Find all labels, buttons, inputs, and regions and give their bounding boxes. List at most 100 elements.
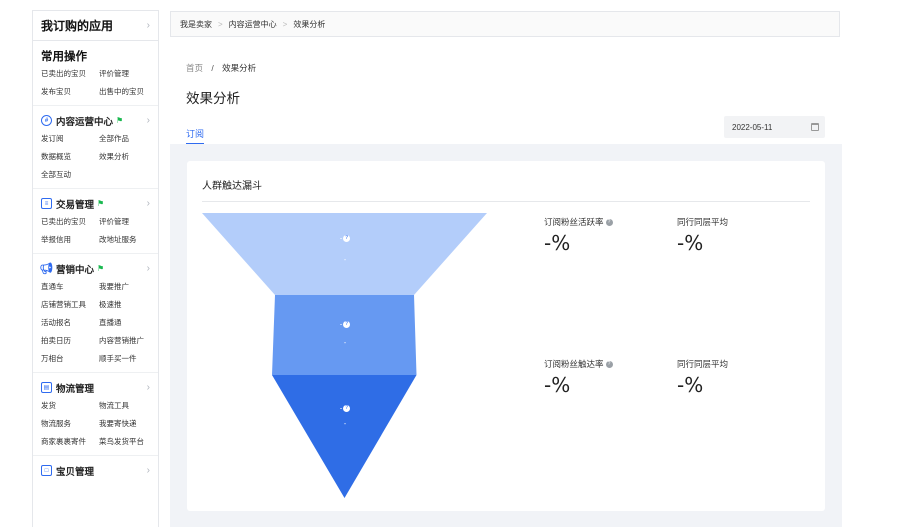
crumb-current: 效果分析 xyxy=(293,19,326,29)
funnel-label-text: - xyxy=(339,321,343,329)
sidebar-link[interactable]: 评价管理 xyxy=(99,214,150,229)
help-icon[interactable]: ? xyxy=(343,405,351,412)
breadcrumb: 首页 / 效果分析 xyxy=(186,62,256,74)
funnel-segment-bottom xyxy=(272,375,417,498)
sidebar-link[interactable]: 菜鸟发货平台 xyxy=(99,434,150,449)
sidebar-link[interactable]: 出售中的宝贝 xyxy=(99,84,150,99)
section-title: 营销中心 xyxy=(56,264,95,276)
date-picker[interactable]: 2022-05-11 xyxy=(724,116,825,138)
flag-icon: ⚑ xyxy=(116,116,124,125)
sidebar-title: 我订购的应用 xyxy=(41,19,114,33)
funnel-label-top: -? xyxy=(330,235,360,242)
sidebar-section-logistics: ▤ 物流管理 › 发货 物流工具 物流服务 我要寄快递 商家裹裹寄件 菜鸟发货平… xyxy=(33,373,158,456)
metric-peer-average: 同行同层平均 -% xyxy=(677,358,728,397)
sidebar-link[interactable]: 店铺营销工具 xyxy=(41,297,99,312)
section-title: 物流管理 xyxy=(56,383,95,395)
sidebar-link[interactable]: 发布宝贝 xyxy=(41,84,99,99)
sidebar-link[interactable]: 已卖出的宝贝 xyxy=(41,214,99,229)
metric-value: -% xyxy=(544,231,571,255)
flag-icon: ⚑ xyxy=(97,264,105,273)
chevron-right-icon[interactable]: › xyxy=(147,382,150,393)
metric-value: -% xyxy=(544,373,571,397)
sidebar-section-goods: □ 宝贝管理 › xyxy=(33,456,158,487)
crumb-separator: > xyxy=(282,19,288,29)
sidebar-section-header[interactable]: □ 宝贝管理 › xyxy=(41,462,150,479)
metric-peer-average: 同行同层平均 -% xyxy=(677,216,728,255)
page-title: 效果分析 xyxy=(186,91,240,106)
chevron-right-icon[interactable]: › xyxy=(147,198,150,209)
funnel-segment-middle xyxy=(272,295,417,375)
sidebar-link[interactable]: 商家裹裹寄件 xyxy=(41,434,99,449)
sidebar-link[interactable]: 发货 xyxy=(41,398,99,413)
sidebar-link[interactable]: 顺手买一件 xyxy=(99,351,150,366)
sidebar-section-header[interactable]: 📢︎ 营销中心 ⚑ › xyxy=(39,260,150,277)
sidebar-link[interactable]: 全部作品 xyxy=(99,131,150,146)
sidebar-link[interactable]: 发订阅 xyxy=(41,131,99,146)
common-actions-section: 常用操作 已卖出的宝贝 评价管理 发布宝贝 出售中的宝贝 xyxy=(33,41,158,106)
breadcrumb-separator: / xyxy=(211,63,214,73)
breadcrumb-home[interactable]: 首页 xyxy=(186,63,203,73)
funnel-value-top: - xyxy=(343,257,347,264)
section-title: 交易管理 xyxy=(56,199,95,211)
help-icon[interactable]: ? xyxy=(605,218,613,226)
sidebar-link[interactable]: 万相台 xyxy=(41,351,99,366)
funnel-value-bottom: - xyxy=(343,421,347,428)
sidebar-link[interactable]: 物流工具 xyxy=(99,398,150,413)
breadcrumb-current: 效果分析 xyxy=(222,63,257,73)
sidebar-link[interactable]: 已卖出的宝贝 xyxy=(41,66,99,81)
date-value: 2022-05-11 xyxy=(732,122,773,132)
sidebar-link[interactable]: 数据概览 xyxy=(41,149,99,164)
megaphone-icon: 📢︎ xyxy=(39,263,54,275)
metric-value: -% xyxy=(677,231,704,255)
sidebar-section-header[interactable]: # 内容运营中心 ⚑ › xyxy=(41,112,150,129)
funnel-chart: -? - -? - -? - xyxy=(202,213,492,505)
crumb-content-ops[interactable]: 内容运营中心 xyxy=(229,19,277,30)
logistics-icon: ▤ xyxy=(41,382,52,393)
metric-value: -% xyxy=(677,373,704,397)
tab-subscription[interactable]: 订阅 xyxy=(186,127,205,145)
top-breadcrumb: 我是卖家 > 内容运营中心 > 效果分析 xyxy=(170,11,840,37)
card-title: 人群触达漏斗 xyxy=(202,181,262,192)
sidebar-section-header[interactable]: ≡ 交易管理 ⚑ › xyxy=(41,195,150,212)
sidebar-link[interactable]: 举报信用 xyxy=(41,232,99,247)
goods-icon: □ xyxy=(41,465,52,476)
calendar-icon[interactable] xyxy=(811,123,819,131)
metric-label: 订阅粉丝触达率 xyxy=(544,359,604,369)
sidebar-link[interactable]: 改地址服务 xyxy=(99,232,150,247)
section-title: 宝贝管理 xyxy=(56,466,95,478)
sidebar-link[interactable]: 直通车 xyxy=(41,279,99,294)
sidebar-link[interactable]: 极速推 xyxy=(99,297,150,312)
sidebar-link[interactable]: 活动报名 xyxy=(41,315,99,330)
common-actions-title: 常用操作 xyxy=(41,51,87,63)
chevron-right-icon[interactable]: › xyxy=(147,20,150,31)
funnel-label-bottom: -? xyxy=(330,405,360,412)
trade-icon: ≡ xyxy=(41,198,52,209)
divider xyxy=(202,201,810,202)
metric-label: 同行同层平均 xyxy=(677,359,729,369)
help-icon[interactable]: ? xyxy=(343,235,351,242)
funnel-label-text: - xyxy=(339,405,343,413)
sidebar-link[interactable]: 内容营销推广 xyxy=(99,333,150,348)
metric-label: 同行同层平均 xyxy=(677,217,729,227)
section-title: 内容运营中心 xyxy=(56,116,114,128)
sidebar-link[interactable]: 我要推广 xyxy=(99,279,150,294)
sidebar-section-header[interactable]: ▤ 物流管理 › xyxy=(41,379,150,396)
crumb-seller[interactable]: 我是卖家 xyxy=(180,19,212,30)
metric-active-rate: 订阅粉丝活跃率? -% xyxy=(544,216,613,255)
help-icon[interactable]: ? xyxy=(343,321,351,328)
sidebar-link[interactable]: 物流服务 xyxy=(41,416,99,431)
help-icon[interactable]: ? xyxy=(605,360,613,368)
sidebar-link[interactable]: 直播通 xyxy=(99,315,150,330)
chevron-right-icon[interactable]: › xyxy=(147,263,150,274)
sidebar-link[interactable]: 评价管理 xyxy=(99,66,150,81)
sidebar-link[interactable]: 我要寄快递 xyxy=(99,416,150,431)
sidebar: 我订购的应用 › 常用操作 已卖出的宝贝 评价管理 发布宝贝 出售中的宝贝 # … xyxy=(32,10,159,527)
sidebar-header[interactable]: 我订购的应用 › xyxy=(33,11,158,41)
chevron-right-icon[interactable]: › xyxy=(147,115,150,126)
chevron-right-icon[interactable]: › xyxy=(147,465,150,476)
sidebar-section-marketing: 📢︎ 营销中心 ⚑ › 直通车 我要推广 店铺营销工具 极速推 活动报名 直播通… xyxy=(33,254,158,373)
sidebar-section-trade: ≡ 交易管理 ⚑ › 已卖出的宝贝 评价管理 举报信用 改地址服务 xyxy=(33,189,158,254)
sidebar-link[interactable]: 拍卖日历 xyxy=(41,333,99,348)
sidebar-link[interactable]: 全部互动 xyxy=(41,167,99,182)
sidebar-link[interactable]: 效果分析 xyxy=(99,149,150,164)
